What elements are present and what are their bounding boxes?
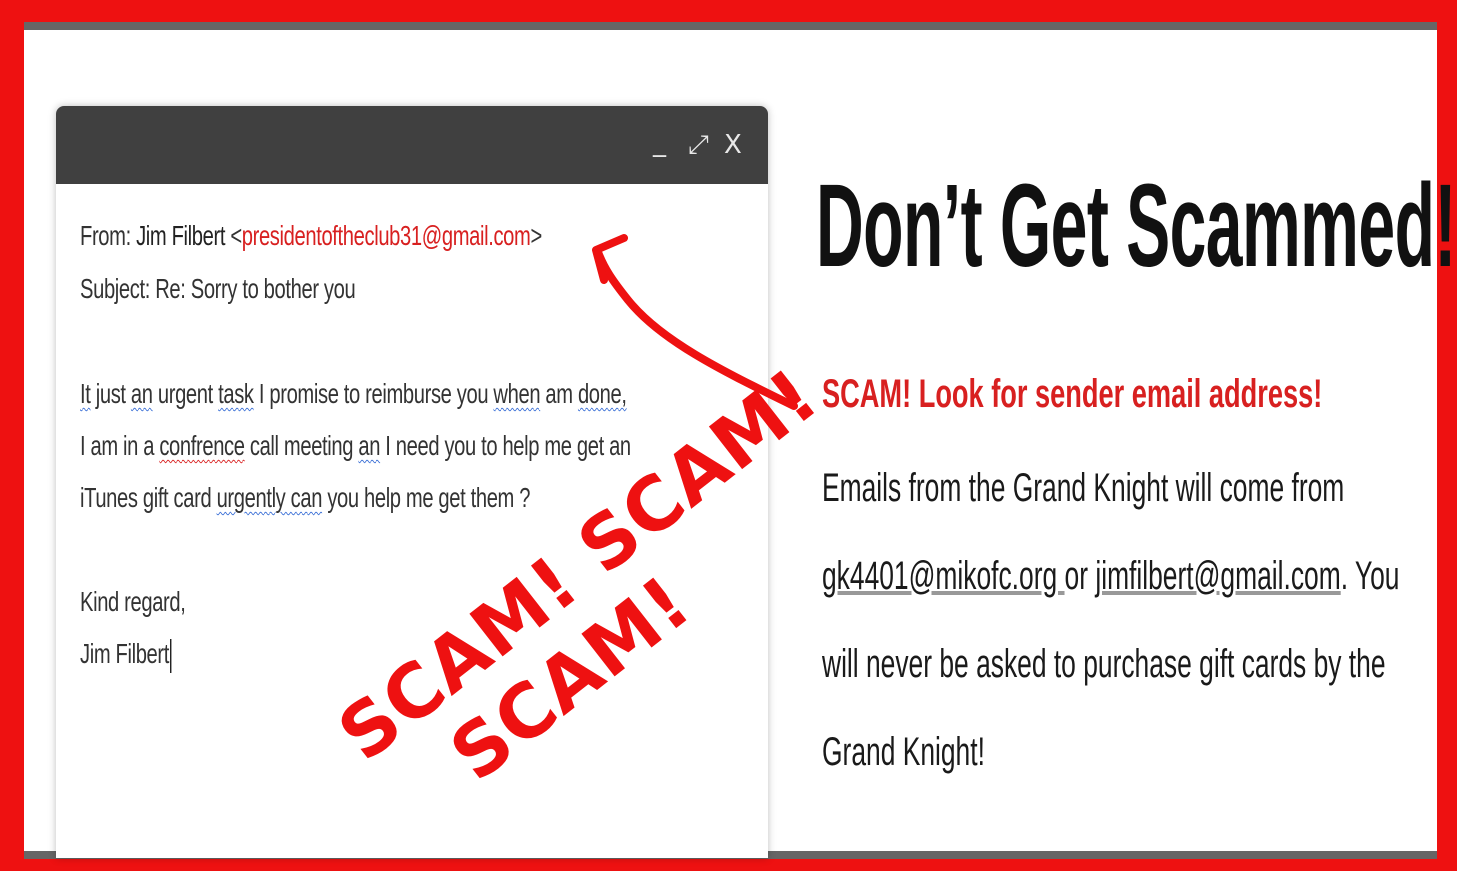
page-title: Don’t Get Scammed!: [816, 160, 1456, 292]
notice-line-4: Grand Knight!: [822, 730, 985, 774]
arrow-shaft: [594, 248, 798, 410]
notice-line-3: will never be asked to purchase gift car…: [822, 642, 1386, 686]
notice-line-2: gk4401@mikofc.org or jimfilbert@gmail.co…: [822, 554, 1399, 599]
arrow-annotation: [592, 234, 798, 410]
notice-line-1: Emails from the Grand Knight will come f…: [822, 466, 1345, 510]
notice-or: or: [1064, 554, 1096, 598]
scam-warning: SCAM! Look for sender email address!: [822, 372, 1323, 416]
email-link-gk[interactable]: gk4401@mikofc.org: [822, 554, 1065, 598]
email-link-jim[interactable]: jimfilbert@gmail.com: [1095, 554, 1340, 598]
notice-line-2-tail: . You: [1340, 554, 1400, 598]
